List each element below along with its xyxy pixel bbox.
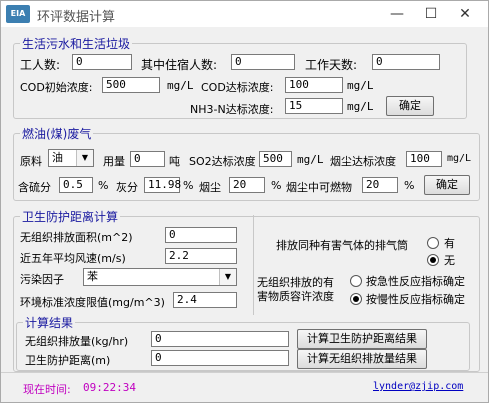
cod-initial-label: COD初始浓度: [20, 81, 93, 94]
stack-no-label: 无 [444, 254, 455, 267]
ash-label: 灰分 [116, 181, 138, 194]
sulfur-input[interactable]: 0.5 [59, 177, 93, 193]
cod-initial-input[interactable]: 500 [102, 77, 160, 93]
sulfur-label: 含硫分 [18, 181, 51, 194]
sulfur-unit: % [98, 179, 109, 192]
dust-standard-input[interactable]: 100 [406, 151, 442, 167]
material-select[interactable]: 油 ▼ [48, 149, 94, 167]
cod-standard-unit: mg/L [347, 79, 374, 92]
limit-label: 环境标准浓度限值(mg/m^3) [20, 296, 165, 309]
area-label: 无组织排放面积(m^2) [20, 231, 133, 244]
time-value: 09:22:34 [83, 381, 136, 394]
soot-label: 烟尘 [199, 181, 221, 194]
group-divider [253, 215, 254, 315]
chronic-label: 按慢性反应指标确定 [366, 293, 465, 306]
combustible-label: 烟尘中可燃物 [286, 181, 352, 194]
usage-label: 用量 [103, 155, 125, 168]
wind-speed-label: 近五年平均风速(m/s) [20, 252, 126, 265]
emission-label: 无组织排放量(kg/hr) [25, 335, 129, 348]
area-input[interactable]: 0 [165, 227, 237, 243]
results-legend: 计算结果 [25, 316, 74, 330]
material-label: 原料 [20, 155, 42, 168]
protection-distance-legend: 卫生防护距离计算 [22, 210, 119, 224]
time-label: 现在时间: [23, 383, 71, 396]
emission-output[interactable]: 0 [151, 331, 289, 347]
status-bar: 现在时间: 09:22:34 lynder@zjip.com [1, 372, 488, 403]
combustible-input[interactable]: 20 [362, 177, 398, 193]
calc-distance-button[interactable]: 计算卫生防护距离结果 [297, 329, 427, 349]
app-logo-icon: EIA [6, 5, 30, 23]
fuel-exhaust-legend: 燃油(煤)废气 [22, 127, 92, 141]
distance-output[interactable]: 0 [151, 350, 289, 366]
cod-standard-input[interactable]: 100 [285, 77, 343, 93]
minimize-button[interactable]: — [382, 4, 412, 24]
maximize-button[interactable]: ☐ [416, 4, 446, 24]
residents-input[interactable]: 0 [231, 54, 295, 70]
chevron-down-icon[interactable]: ▼ [76, 150, 93, 166]
nh3n-standard-unit: mg/L [347, 100, 374, 113]
so2-standard-input[interactable]: 500 [259, 151, 292, 167]
workers-input[interactable]: 0 [72, 54, 132, 70]
pollutant-label: 污染因子 [20, 273, 64, 286]
stack-no-radio[interactable] [427, 254, 439, 266]
close-button[interactable]: ✕ [450, 4, 480, 24]
fuel-confirm-button[interactable]: 确定 [424, 175, 470, 195]
nh3n-standard-input[interactable]: 15 [285, 98, 343, 114]
workers-label: 工人数: [20, 58, 61, 72]
so2-standard-label: SO2达标浓度 [189, 155, 256, 168]
title-bar: EIA 环评数据计算 — ☐ ✕ [1, 1, 488, 27]
limit-input[interactable]: 2.4 [173, 292, 237, 308]
soot-unit: % [271, 179, 282, 192]
cod-standard-label: COD达标浓度: [201, 81, 274, 94]
nh3n-standard-label: NH3-N达标浓度: [190, 103, 274, 116]
ash-unit: % [183, 179, 194, 192]
stack-yes-label: 有 [444, 237, 455, 250]
usage-input[interactable]: 0 [130, 151, 165, 167]
sewage-legend: 生活污水和生活垃圾 [22, 37, 131, 51]
sewage-confirm-button[interactable]: 确定 [386, 96, 434, 116]
stack-yes-radio[interactable] [427, 237, 439, 249]
chevron-down-icon[interactable]: ▼ [219, 269, 236, 285]
material-select-value: 油 [52, 151, 63, 164]
chronic-radio[interactable] [350, 293, 362, 305]
usage-unit: 吨 [169, 155, 180, 168]
distance-label: 卫生防护距离(m) [25, 354, 111, 367]
dust-standard-label: 烟尘达标浓度 [330, 155, 396, 168]
cod-initial-unit: mg/L [167, 79, 194, 92]
workdays-label: 工作天数: [305, 58, 358, 72]
combustible-unit: % [404, 179, 415, 192]
soot-input[interactable]: 20 [229, 177, 265, 193]
workdays-input[interactable]: 0 [372, 54, 440, 70]
wind-speed-input[interactable]: 2.2 [165, 248, 237, 264]
acute-radio[interactable] [350, 275, 362, 287]
pollutant-select-value: 苯 [87, 270, 98, 283]
window-title: 环评数据计算 [37, 10, 116, 25]
residents-label: 其中住宿人数: [141, 58, 218, 72]
ash-input[interactable]: 11.98 [144, 177, 181, 193]
stack-question-label: 排放同种有害气体的排气筒 [276, 239, 408, 252]
app-window: EIA 环评数据计算 — ☐ ✕ 生活污水和生活垃圾 工人数: 0 其中住宿人数… [0, 0, 489, 403]
email-link[interactable]: lynder@zjip.com [373, 381, 463, 392]
acute-label: 按急性反应指标确定 [366, 275, 465, 288]
dust-standard-unit: mg/L [447, 153, 472, 164]
so2-standard-unit: mg/L [297, 153, 324, 166]
calc-emission-button[interactable]: 计算无组织排放量结果 [297, 349, 427, 369]
pollutant-select[interactable]: 苯 ▼ [83, 268, 237, 286]
allowable-concentration-label-2: 害物质容许浓度 [257, 290, 334, 303]
